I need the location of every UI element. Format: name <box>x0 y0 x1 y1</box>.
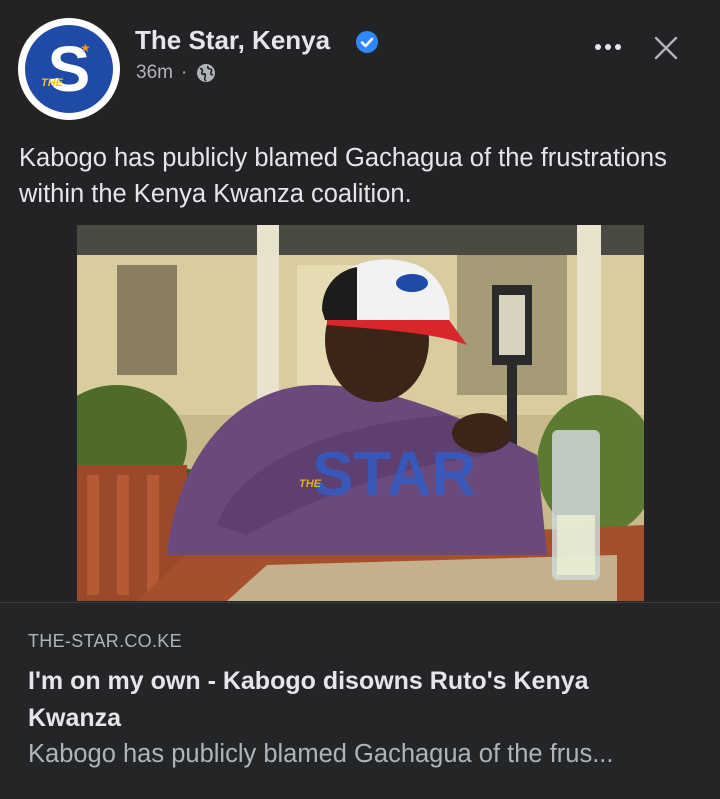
more-options-dot <box>605 44 611 50</box>
avatar-logo: S THE ★ <box>25 25 113 113</box>
post-meta: 36m · <box>136 62 216 84</box>
photo-watermark-small: THE <box>299 478 322 490</box>
more-options-icon <box>595 44 601 50</box>
photo-illustration: STAR THE <box>77 225 644 601</box>
post-timestamp[interactable]: 36m <box>136 62 173 84</box>
more-options-dot <box>615 44 621 50</box>
avatar-small-text: THE <box>41 77 63 89</box>
post-photo[interactable]: STAR THE <box>77 225 644 601</box>
link-description: Kabogo has publicly blamed Gachagua of t… <box>28 740 614 768</box>
meta-separator: · <box>180 62 188 83</box>
verified-badge-icon <box>356 31 378 53</box>
photo-watermark: STAR <box>312 440 476 509</box>
globe-icon <box>197 64 216 82</box>
post-header: S THE ★ The Star, Kenya 36m · <box>0 0 720 120</box>
close-icon[interactable] <box>648 30 684 66</box>
page-name-link[interactable]: The Star, Kenya <box>135 25 330 56</box>
post-text: Kabogo has publicly blamed Gachagua of t… <box>19 144 667 208</box>
avatar-star-icon: ★ <box>80 41 91 55</box>
more-options-button[interactable] <box>588 32 628 62</box>
link-preview-card[interactable]: THE-STAR.CO.KE I'm on my own - Kabogo di… <box>0 602 720 799</box>
link-domain: THE-STAR.CO.KE <box>28 631 182 651</box>
page-avatar[interactable]: S THE ★ <box>18 18 120 120</box>
link-title[interactable]: I'm on my own - Kabogo disowns Ruto's Ke… <box>28 663 688 737</box>
